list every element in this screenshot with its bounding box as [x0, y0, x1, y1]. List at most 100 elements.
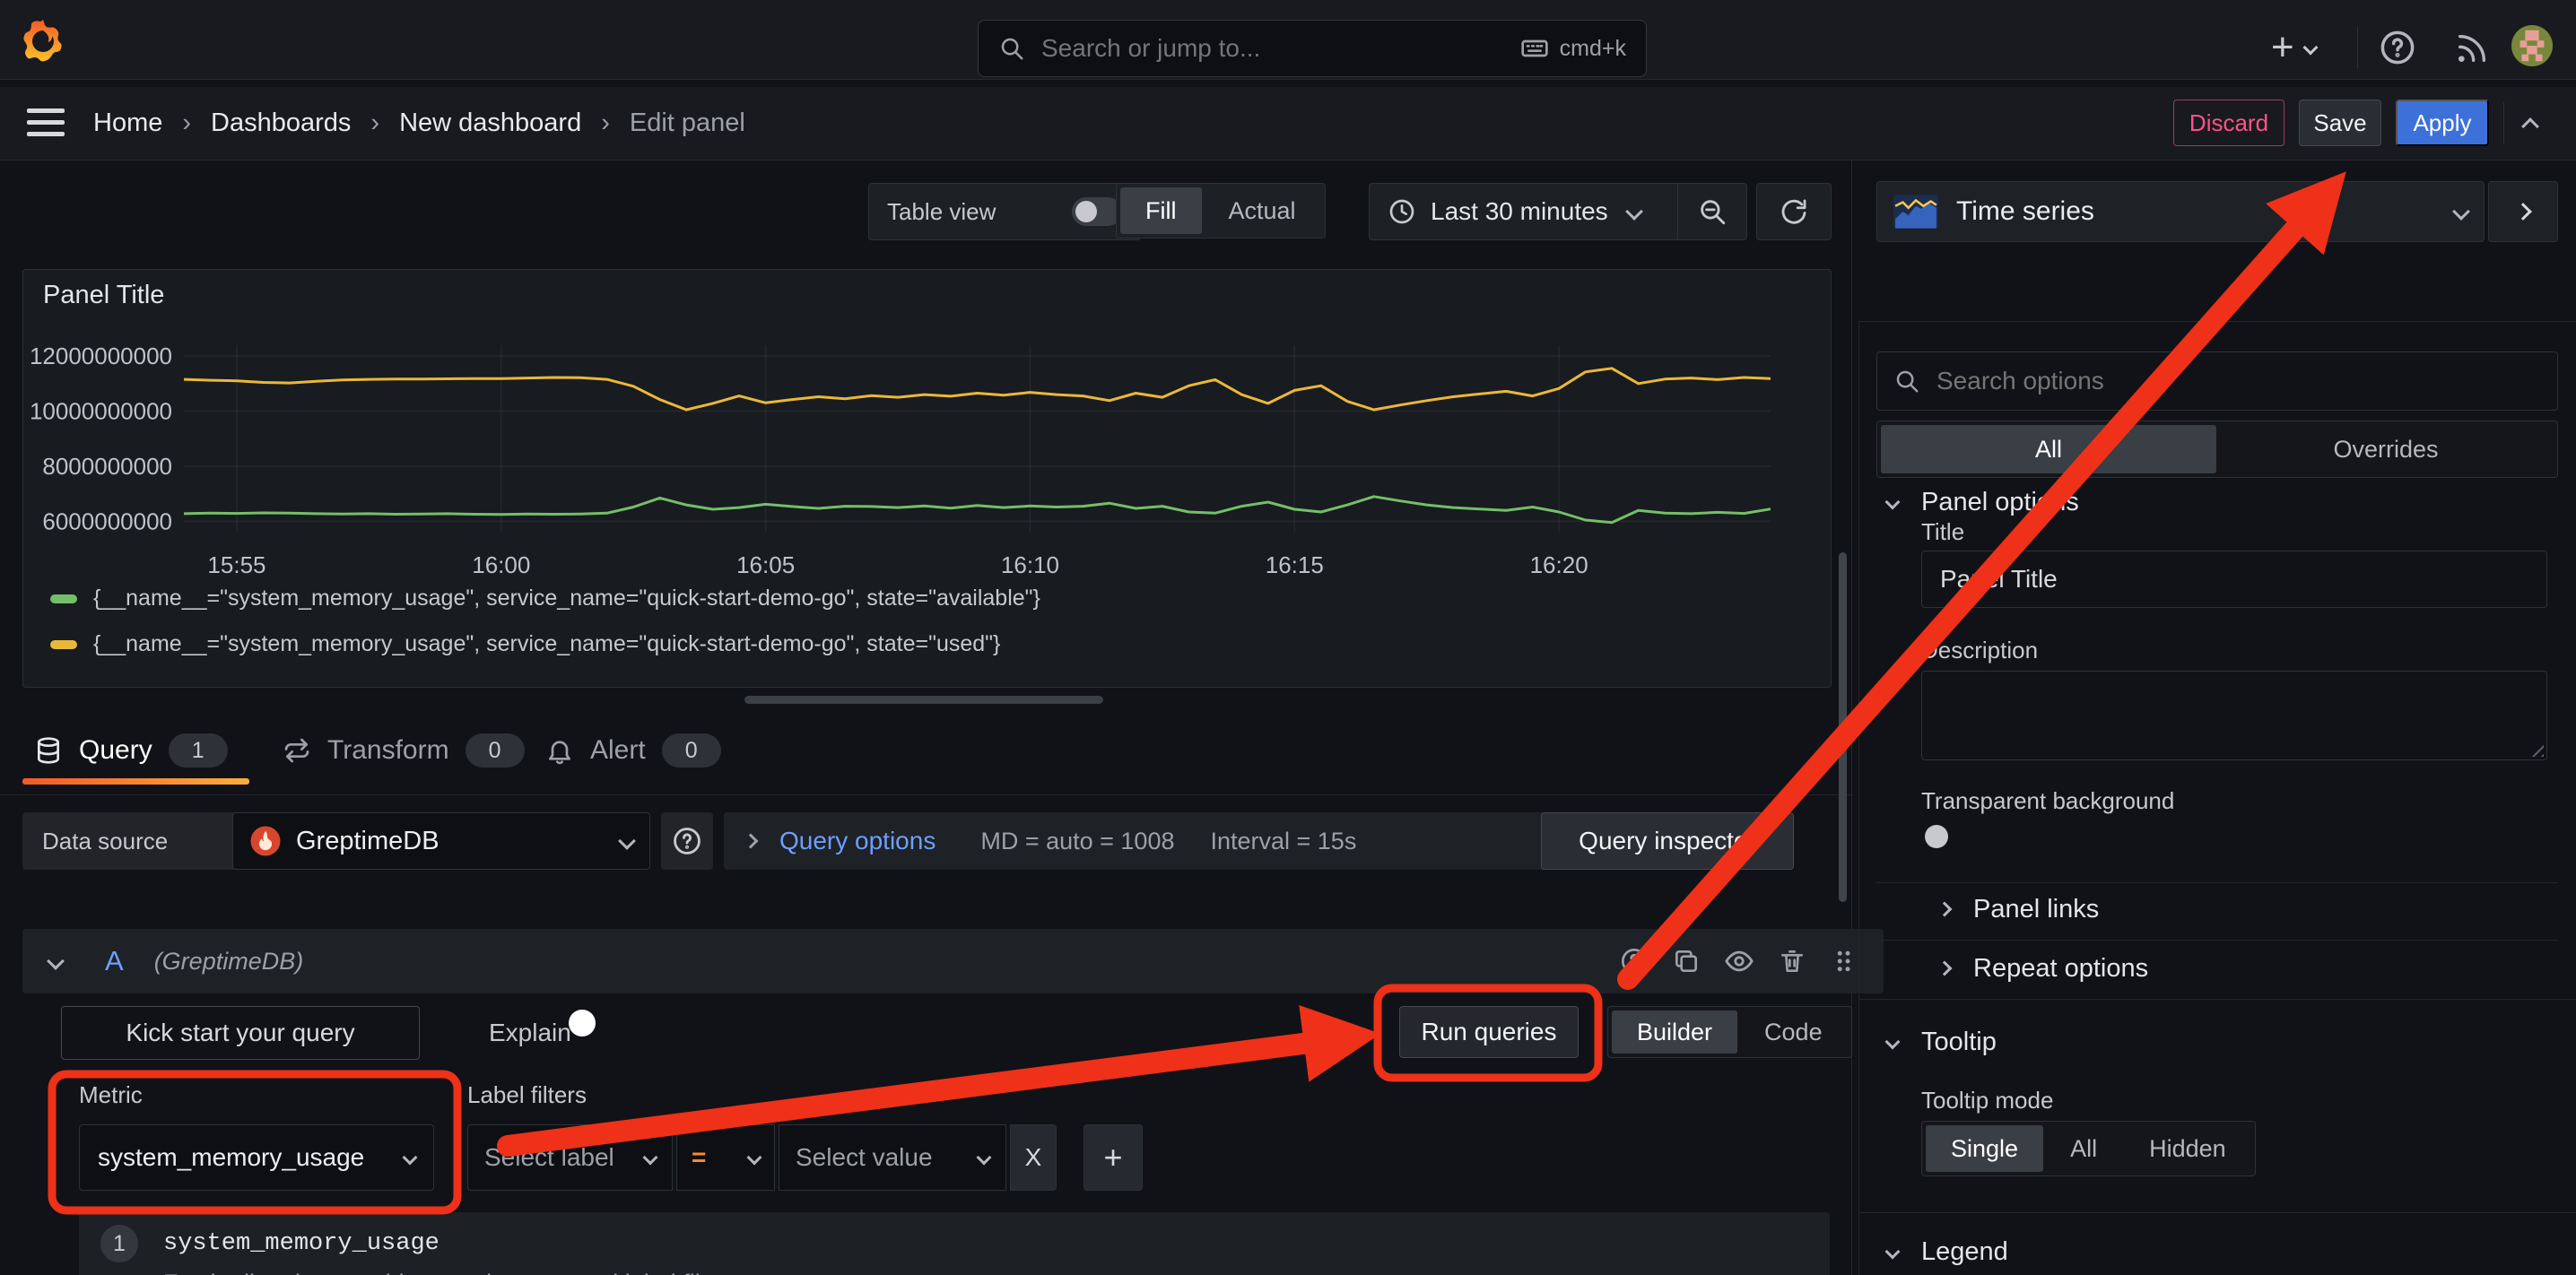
collapse-chevron-up-icon[interactable] — [2521, 117, 2539, 135]
search-input[interactable] — [1040, 33, 1520, 64]
tab-transform[interactable]: Transform 0 — [283, 723, 525, 778]
datasource-picker[interactable]: GreptimeDB — [232, 812, 650, 870]
scrollbar-thumb[interactable] — [1839, 552, 1847, 902]
transparent-background-label: Transparent background — [1921, 787, 2174, 815]
section-repeat-options[interactable]: Repeat options — [1939, 950, 2148, 986]
delete-query-trash-icon[interactable] — [1778, 947, 1806, 976]
query-ref-id: A — [105, 945, 124, 977]
svg-text:10000000000: 10000000000 — [30, 398, 172, 425]
tab-overrides[interactable]: Overrides — [2218, 425, 2554, 473]
panel-title-input[interactable] — [1921, 551, 2547, 608]
builder-option[interactable]: Builder — [1612, 1010, 1737, 1054]
plus-icon: + — [1103, 1139, 1122, 1176]
select-label-dropdown[interactable]: Select label — [467, 1124, 673, 1191]
remove-filter-button[interactable]: X — [1010, 1124, 1057, 1191]
time-series-chart[interactable]: 12000000000 10000000000 8000000000 60000000… — [30, 329, 1815, 598]
tooltip-mode-all[interactable]: All — [2045, 1125, 2122, 1172]
tab-alert[interactable]: Alert 0 — [545, 723, 721, 778]
bell-icon — [545, 736, 574, 765]
global-search-box[interactable]: cmd+k — [978, 20, 1647, 77]
apply-button[interactable]: Apply — [2396, 100, 2489, 146]
section-header: Tooltip — [1921, 1028, 1997, 1057]
visualization-picker[interactable]: Time series — [1876, 181, 2485, 242]
options-search-input[interactable] — [1935, 366, 2541, 396]
zoom-out-button[interactable] — [1678, 196, 1746, 227]
datasource-help-button[interactable] — [661, 812, 713, 870]
kick-start-query-button[interactable]: Kick start your query — [61, 1006, 420, 1060]
builder-code-switch: Builder Code — [1607, 1006, 1852, 1058]
hamburger-menu-icon[interactable] — [27, 108, 65, 136]
section-header: Panel links — [1973, 895, 2099, 924]
query-options-bar[interactable]: Query options MD = auto = 1008 Interval … — [724, 812, 1568, 870]
tooltip-mode-single[interactable]: Single — [1926, 1125, 2043, 1172]
breadcrumb-separator: › — [370, 108, 379, 138]
section-tooltip[interactable]: Tooltip — [1887, 1024, 1997, 1060]
chevron-down-icon — [2452, 203, 2470, 221]
grafana-logo-icon[interactable] — [22, 18, 65, 65]
new-menu-button[interactable]: + — [2271, 25, 2316, 70]
resize-drag-handle[interactable] — [744, 696, 1103, 704]
description-textarea[interactable] — [1921, 671, 2547, 760]
panel-title[interactable]: Panel Title — [43, 281, 164, 310]
label-filters-label: Label filters — [467, 1081, 587, 1109]
svg-text:6000000000: 6000000000 — [42, 508, 172, 535]
discard-button[interactable]: Discard — [2173, 100, 2284, 146]
query-inspector-button[interactable]: Query inspector — [1541, 812, 1794, 870]
hide-query-eye-icon[interactable] — [1724, 946, 1754, 976]
top-navigation: cmd+k + — [0, 0, 2576, 80]
time-range-picker[interactable]: Last 30 minutes — [1370, 197, 1677, 226]
tab-alert-badge: 0 — [662, 733, 721, 768]
table-view-control: Table view — [868, 183, 1141, 240]
news-rss-icon[interactable] — [2454, 30, 2490, 73]
query-row-header[interactable]: A (GreptimeDB) — [22, 929, 1884, 993]
section-panel-links[interactable]: Panel links — [1939, 891, 2099, 927]
table-view-toggle[interactable] — [1072, 197, 1122, 226]
code-option[interactable]: Code — [1739, 1010, 1848, 1054]
clock-icon — [1388, 197, 1416, 226]
add-filter-button[interactable]: + — [1083, 1124, 1143, 1191]
user-avatar[interactable] — [2511, 25, 2553, 73]
fill-option[interactable]: Fill — [1120, 187, 1202, 234]
datasource-name: GreptimeDB — [296, 827, 439, 856]
legend-item-available[interactable]: {__name__="system_memory_usage", service… — [50, 585, 1040, 611]
chevron-down-icon — [1625, 203, 1643, 221]
grafana-edit-panel-screen: cmd+k + Home › Dashboards — [0, 0, 2576, 1275]
metric-select[interactable]: system_memory_usage — [79, 1124, 434, 1191]
table-view-label: Table view — [887, 198, 996, 226]
chevron-down-icon — [643, 1150, 658, 1166]
topnav-divider — [2357, 27, 2358, 68]
select-value-dropdown[interactable]: Select value — [779, 1124, 1006, 1191]
chevron-down-icon — [977, 1150, 992, 1166]
svg-text:12000000000: 12000000000 — [30, 343, 172, 369]
svg-text:8000000000: 8000000000 — [42, 453, 172, 480]
refresh-button[interactable] — [1756, 183, 1832, 240]
breadcrumb-item-new-dashboard[interactable]: New dashboard — [399, 108, 581, 138]
breadcrumb-item-home[interactable]: Home — [93, 108, 162, 138]
search-icon — [998, 35, 1025, 62]
section-legend[interactable]: Legend — [1887, 1234, 2008, 1270]
viz-pane-expand-button[interactable] — [2488, 181, 2558, 242]
save-button[interactable]: Save — [2299, 100, 2381, 146]
run-queries-button[interactable]: Run queries — [1399, 1006, 1579, 1058]
tab-query[interactable]: Query 1 — [34, 723, 228, 778]
breadcrumb-item-dashboards[interactable]: Dashboards — [211, 108, 351, 138]
legend-item-used[interactable]: {__name__="system_memory_usage", service… — [50, 631, 1040, 657]
actual-option[interactable]: Actual — [1204, 187, 1321, 234]
tab-query-badge: 1 — [169, 733, 228, 768]
svg-text:16:15: 16:15 — [1266, 551, 1324, 578]
tooltip-mode-hidden[interactable]: Hidden — [2124, 1125, 2251, 1172]
drag-grip-icon[interactable] — [1830, 946, 1857, 976]
operator-dropdown[interactable]: = — [676, 1124, 775, 1191]
help-icon[interactable] — [2379, 29, 2416, 73]
options-search-box[interactable] — [1876, 351, 2558, 411]
section-panel-options[interactable]: Panel options — [1887, 484, 2079, 520]
collapse-chevron-icon[interactable] — [47, 952, 65, 970]
resize-handle[interactable] — [2526, 739, 2544, 757]
options-tabs: All Overrides — [1876, 421, 2558, 478]
section-divider — [1858, 1212, 2576, 1213]
section-header: Panel options — [1921, 488, 2079, 517]
duplicate-query-icon[interactable] — [1672, 947, 1701, 976]
tab-all[interactable]: All — [1881, 425, 2216, 473]
query-help-icon[interactable] — [1620, 947, 1649, 976]
select-label-placeholder: Select label — [484, 1143, 614, 1172]
